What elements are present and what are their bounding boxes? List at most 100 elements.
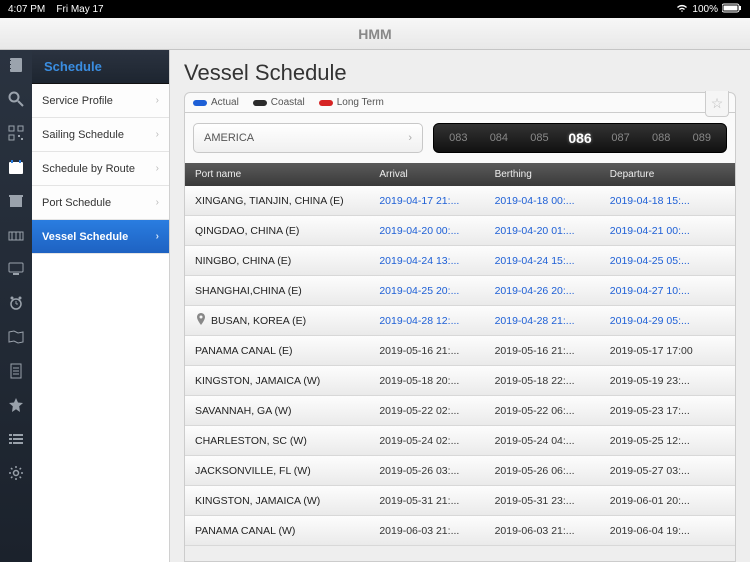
port-cell: SHANGHAI,CHINA (E) xyxy=(195,285,379,297)
berthing-cell: 2019-05-24 04:... xyxy=(495,435,610,447)
rail-list-icon[interactable] xyxy=(7,430,25,448)
chevron-right-icon: › xyxy=(156,197,159,208)
berthing-cell: 2019-06-03 21:... xyxy=(495,525,610,537)
voyage-tab-089[interactable]: 089 xyxy=(681,127,722,149)
sidebar-item-service-profile[interactable]: Service Profile › xyxy=(32,84,169,118)
rail-clock-icon[interactable] xyxy=(7,294,25,312)
table-row[interactable]: XINGANG, TIANJIN, CHINA (E) 2019-04-17 21… xyxy=(185,186,735,216)
sidebar-item-sailing-schedule[interactable]: Sailing Schedule› xyxy=(32,118,169,152)
sidebar: Schedule Service Profile›Sailing Schedul… xyxy=(32,50,170,562)
table-row[interactable]: BUSAN, KOREA (E)2019-04-28 12:...2019-04… xyxy=(185,306,735,336)
berthing-cell: 2019-05-16 21:... xyxy=(495,345,610,357)
departure-cell: 2019-05-19 23:... xyxy=(610,375,725,387)
table-row[interactable]: PANAMA CANAL (E) 2019-05-16 21:...2019-05… xyxy=(185,336,735,366)
sidebar-item-label: Service Profile xyxy=(42,95,113,107)
legend-swatch xyxy=(319,100,333,106)
arrival-cell: 2019-05-31 21:... xyxy=(379,495,494,507)
col-arrival: Arrival xyxy=(379,169,494,180)
sidebar-item-label: Port Schedule xyxy=(42,197,111,209)
favorite-star-button[interactable]: ☆ xyxy=(705,91,729,117)
arrival-cell: 2019-04-20 00:... xyxy=(379,225,494,237)
region-dropdown-value: AMERICA xyxy=(204,132,254,144)
arrival-cell: 2019-04-28 12:... xyxy=(379,315,494,327)
status-date: Fri May 17 xyxy=(56,4,103,15)
chevron-right-icon: › xyxy=(408,132,412,144)
table-row[interactable]: KINGSTON, JAMAICA (W)2019-05-18 20:...20… xyxy=(185,366,735,396)
legend-item-coastal: Coastal xyxy=(253,97,305,108)
legend-swatch xyxy=(193,100,207,106)
sidebar-item-label: Schedule by Route xyxy=(42,163,135,175)
rail-building-icon[interactable] xyxy=(7,192,25,210)
sidebar-item-schedule-by-route[interactable]: Schedule by Route› xyxy=(32,152,169,186)
berthing-cell: 2019-04-28 21:... xyxy=(495,315,610,327)
berthing-cell: 2019-05-22 06:... xyxy=(495,405,610,417)
wifi-icon xyxy=(676,3,688,16)
port-name: PANAMA CANAL (E) xyxy=(195,345,292,357)
region-dropdown[interactable]: AMERICA › xyxy=(193,123,423,153)
departure-cell: 2019-05-23 17:... xyxy=(610,405,725,417)
app-title: HMM xyxy=(358,26,391,42)
main-panel: Vessel Schedule ActualCoastalLong Term ☆… xyxy=(170,50,750,562)
voyage-tab-083[interactable]: 083 xyxy=(438,127,479,149)
rail-map-icon[interactable] xyxy=(7,328,25,346)
port-name: CHARLESTON, SC (W) xyxy=(195,435,307,447)
chevron-right-icon: › xyxy=(156,95,159,106)
chevron-right-icon: › xyxy=(156,129,159,140)
arrival-cell: 2019-04-24 13:... xyxy=(379,255,494,267)
voyage-tab-088[interactable]: 088 xyxy=(641,127,682,149)
berthing-cell: 2019-04-20 01:... xyxy=(495,225,610,237)
port-cell: KINGSTON, JAMAICA (W) xyxy=(195,495,379,507)
table-row[interactable]: JACKSONVILLE, FL (W)2019-05-26 03:...201… xyxy=(185,456,735,486)
col-port-name: Port name xyxy=(195,169,379,180)
rail-doc-icon[interactable] xyxy=(7,362,25,380)
voyage-tab-087[interactable]: 087 xyxy=(600,127,641,149)
status-time: 4:07 PM xyxy=(8,4,45,15)
berthing-cell: 2019-05-31 23:... xyxy=(495,495,610,507)
departure-cell: 2019-04-18 15:... xyxy=(610,195,725,207)
port-cell: KINGSTON, JAMAICA (W) xyxy=(195,375,379,387)
port-cell: SAVANNAH, GA (W) xyxy=(195,405,379,417)
table-row[interactable]: KINGSTON, JAMAICA (W)2019-05-31 21:...20… xyxy=(185,486,735,516)
location-pin-icon xyxy=(195,313,207,328)
rail-calendar-icon[interactable] xyxy=(7,158,25,176)
departure-cell: 2019-05-17 17:00 xyxy=(610,345,725,357)
table-row[interactable]: CHARLESTON, SC (W)2019-05-24 02:...2019-… xyxy=(185,426,735,456)
departure-cell: 2019-04-25 05:... xyxy=(610,255,725,267)
port-name: PANAMA CANAL (W) xyxy=(195,525,295,537)
port-cell: PANAMA CANAL (W) xyxy=(195,525,379,537)
battery-icon xyxy=(722,3,742,16)
rail-star-icon[interactable] xyxy=(7,396,25,414)
legend-swatch xyxy=(253,100,267,106)
voyage-tabs: 083084085086087088089 xyxy=(433,123,727,153)
port-name: NINGBO, CHINA (E) xyxy=(195,255,291,267)
port-name: SHANGHAI,CHINA (E) xyxy=(195,285,302,297)
rail-gear-icon[interactable] xyxy=(7,464,25,482)
table-row[interactable]: NINGBO, CHINA (E) 2019-04-24 13:... 2019-0… xyxy=(185,246,735,276)
arrival-cell: 2019-05-26 03:... xyxy=(379,465,494,477)
sidebar-item-port-schedule[interactable]: Port Schedule › xyxy=(32,186,169,220)
sidebar-item-vessel-schedule[interactable]: Vessel Schedule› xyxy=(32,220,169,254)
page-title: Vessel Schedule xyxy=(184,60,736,86)
port-cell: BUSAN, KOREA (E) xyxy=(195,313,379,328)
rail-qr-icon[interactable] xyxy=(7,124,25,142)
table-row[interactable]: SHANGHAI,CHINA (E)2019-04-25 20:...2019-… xyxy=(185,276,735,306)
voyage-tab-084[interactable]: 084 xyxy=(479,127,520,149)
rail-search-icon[interactable] xyxy=(7,90,25,108)
berthing-cell: 2019-05-18 22:... xyxy=(495,375,610,387)
table-body[interactable]: XINGANG, TIANJIN, CHINA (E) 2019-04-17 21… xyxy=(184,186,736,562)
departure-cell: 2019-05-27 03:... xyxy=(610,465,725,477)
port-name: XINGANG, TIANJIN, CHINA (E) xyxy=(195,195,344,207)
table-row[interactable]: PANAMA CANAL (W)2019-06-03 21:...2019-06… xyxy=(185,516,735,546)
voyage-tab-086[interactable]: 086 xyxy=(560,125,601,151)
sidebar-header: Schedule xyxy=(32,50,169,84)
legend-label: Actual xyxy=(211,97,239,108)
voyage-tab-085[interactable]: 085 xyxy=(519,127,560,149)
rail-notebook-icon[interactable] xyxy=(7,56,25,74)
rail-monitor-icon[interactable] xyxy=(7,260,25,278)
berthing-cell: 2019-05-26 06:... xyxy=(495,465,610,477)
port-cell: NINGBO, CHINA (E) xyxy=(195,255,379,267)
table-row[interactable]: SAVANNAH, GA (W)2019-05-22 02:...2019-05… xyxy=(185,396,735,426)
table-row[interactable]: QINGDAO, CHINA (E)2019-04-20 00:...2019-… xyxy=(185,216,735,246)
arrival-cell: 2019-04-17 21:... xyxy=(379,195,494,207)
rail-container-icon[interactable] xyxy=(7,226,25,244)
